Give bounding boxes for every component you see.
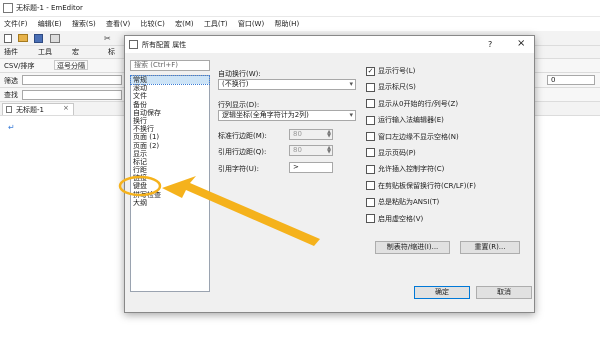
annotation-overlay [118,175,320,246]
highlight-circle [118,175,162,197]
arrow-icon [162,176,320,246]
